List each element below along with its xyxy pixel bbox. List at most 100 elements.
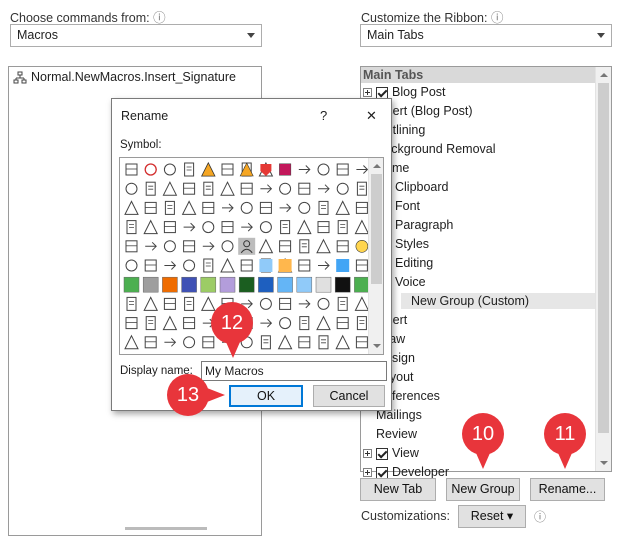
symbol-cell[interactable]	[183, 182, 196, 195]
symbol-cell[interactable]	[181, 200, 197, 215]
symbol-cell[interactable]	[203, 258, 214, 273]
symbol-cell[interactable]	[279, 317, 292, 330]
symbol-cell[interactable]	[183, 336, 196, 349]
symbol-cell[interactable]	[279, 297, 292, 310]
symbol-cell[interactable]	[259, 258, 273, 273]
symbol-cell[interactable]	[318, 200, 329, 215]
symbol-cell[interactable]	[337, 220, 348, 235]
symbol-cell[interactable]	[200, 161, 216, 177]
symbol-cell[interactable]	[317, 221, 330, 234]
tree-item[interactable]: New Group (Custom)	[401, 293, 595, 309]
symbol-cell[interactable]	[200, 296, 216, 311]
new-tab-button[interactable]: New Tab	[360, 478, 436, 501]
scroll-thumb[interactable]	[371, 174, 382, 284]
help-button[interactable]: ?	[320, 108, 327, 123]
symbol-cell[interactable]	[335, 334, 351, 350]
symbol-cell[interactable]	[144, 336, 157, 349]
symbol-cell[interactable]	[202, 241, 215, 251]
symbol-cell[interactable]	[336, 259, 350, 272]
symbol-cell[interactable]	[220, 181, 235, 196]
symbol-cell[interactable]	[183, 259, 196, 272]
tree-item[interactable]: Paragraph	[382, 217, 453, 233]
symbol-cell[interactable]	[279, 240, 292, 253]
symbol-cell[interactable]	[298, 259, 311, 272]
symbol-cell[interactable]	[355, 240, 368, 253]
symbol-cell[interactable]	[240, 201, 253, 214]
expand-icon[interactable]	[363, 468, 372, 478]
scroll-down-icon[interactable]	[372, 344, 381, 348]
symbol-cell[interactable]	[220, 257, 235, 273]
symbol-cell[interactable]	[336, 163, 349, 176]
symbol-cell[interactable]	[298, 165, 311, 174]
symbol-cell[interactable]	[181, 276, 197, 293]
symbol-cell[interactable]	[296, 276, 313, 293]
new-group-button[interactable]: New Group	[446, 478, 520, 501]
customize-ribbon-dropdown[interactable]: Main Tabs	[360, 24, 612, 47]
symbol-scrollbar[interactable]	[368, 158, 383, 354]
symbol-cell[interactable]	[279, 163, 292, 176]
symbol-cell[interactable]	[317, 297, 330, 310]
expand-icon[interactable]	[363, 88, 372, 98]
symbol-cell[interactable]	[259, 221, 272, 234]
reset-button[interactable]: Reset ▾	[458, 505, 526, 528]
symbol-cell[interactable]	[221, 240, 234, 253]
symbol-cell[interactable]	[162, 181, 178, 196]
symbol-cell[interactable]	[125, 317, 138, 330]
symbol-cell[interactable]	[202, 336, 215, 349]
symbol-cell[interactable]	[277, 276, 293, 293]
symbol-cell[interactable]	[145, 316, 156, 331]
symbol-cell[interactable]	[184, 296, 195, 311]
symbol-cell[interactable]	[241, 222, 253, 232]
symbol-cell[interactable]	[354, 219, 368, 235]
symbol-cell[interactable]	[221, 163, 234, 176]
symbol-cell[interactable]	[219, 276, 236, 293]
symbol-cell[interactable]	[202, 221, 215, 234]
symbol-cell[interactable]	[143, 296, 159, 311]
symbol-cell[interactable]	[335, 200, 351, 215]
symbol-cell[interactable]	[356, 181, 367, 196]
symbol-cell[interactable]	[144, 201, 157, 214]
symbol-cell[interactable]	[143, 219, 159, 235]
symbol-cell[interactable]	[184, 162, 195, 177]
symbol-cell[interactable]	[354, 296, 368, 311]
symbol-cell[interactable]	[164, 337, 177, 347]
symbol-cell[interactable]	[258, 238, 274, 254]
symbol-cell[interactable]	[145, 181, 156, 196]
symbol-cell[interactable]	[238, 237, 256, 255]
symbol-cell[interactable]	[336, 240, 349, 253]
symbol-cell[interactable]	[240, 259, 253, 272]
symbol-cell[interactable]	[316, 315, 331, 331]
expand-icon[interactable]	[363, 449, 372, 459]
symbol-cell[interactable]	[279, 203, 292, 213]
symbol-cell[interactable]	[280, 220, 291, 235]
symbol-cell[interactable]	[355, 259, 368, 272]
ribbon-tree[interactable]: Main Tabs Blog Post Insert (Blog Post) Out…	[360, 66, 612, 498]
symbol-cell[interactable]	[162, 315, 178, 331]
symbol-cell[interactable]	[298, 201, 311, 214]
symbol-cell[interactable]	[200, 276, 217, 293]
symbol-cell[interactable]	[142, 276, 159, 293]
symbol-cell[interactable]	[222, 203, 234, 213]
symbol-cell[interactable]	[259, 201, 272, 214]
symbol-cell[interactable]	[355, 201, 368, 214]
symbol-cell[interactable]	[355, 336, 368, 349]
cancel-button[interactable]: Cancel	[313, 385, 385, 407]
symbol-cell[interactable]	[126, 220, 137, 235]
symbol-cell[interactable]	[356, 165, 368, 174]
symbol-cell[interactable]	[259, 297, 272, 310]
tree-scrollbar[interactable]	[595, 67, 611, 471]
symbol-cell[interactable]	[162, 276, 178, 293]
symbol-cell[interactable]	[277, 334, 293, 350]
symbol-cell[interactable]	[144, 163, 157, 176]
symbol-cell[interactable]	[124, 200, 139, 215]
symbol-cell[interactable]	[239, 162, 254, 177]
symbol-cell[interactable]	[318, 335, 329, 350]
symbol-cell[interactable]	[277, 257, 293, 273]
symbol-cell[interactable]	[125, 163, 138, 176]
symbol-cell[interactable]	[336, 182, 349, 195]
symbol-cell[interactable]	[221, 221, 234, 234]
symbol-cell[interactable]	[144, 259, 157, 272]
symbol-cell[interactable]	[203, 181, 214, 196]
symbol-cell[interactable]	[202, 201, 215, 214]
symbol-cell[interactable]	[124, 334, 139, 350]
